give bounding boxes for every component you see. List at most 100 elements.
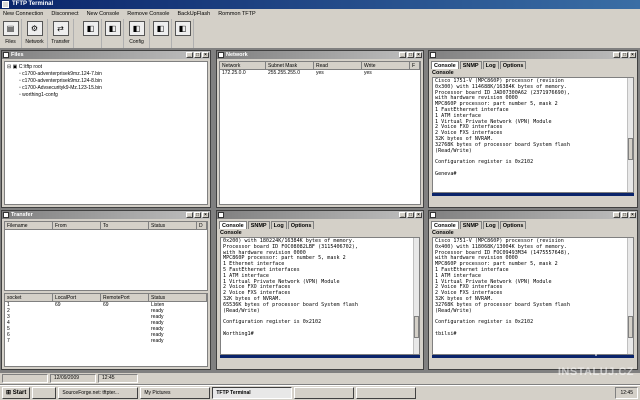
console-panel-worthing: _ □ × Console SNMP Log Options Console 0x2…: [216, 210, 424, 370]
router-button-4[interactable]: ◧: [172, 19, 194, 48]
maximize-icon[interactable]: □: [621, 212, 628, 218]
column-header[interactable]: Status: [149, 222, 197, 229]
tab-options[interactable]: Options: [499, 221, 527, 229]
tab-snmp[interactable]: SNMP: [459, 221, 482, 229]
tree-item[interactable]: ▫ worthing1-confg: [7, 92, 205, 99]
quicklaunch[interactable]: [32, 387, 57, 399]
tab-console[interactable]: Console: [219, 221, 247, 229]
console-text: Cisco 1751-V (MPC860P) processor (revisi…: [435, 78, 570, 177]
table-cell: yes: [316, 70, 324, 76]
tree-root[interactable]: ⊟ ▣ C:\tftp root: [7, 64, 205, 71]
maximize-icon[interactable]: □: [194, 212, 201, 218]
column-header[interactable]: Filename: [5, 222, 53, 229]
minimize-icon[interactable]: _: [613, 52, 620, 58]
console-input-bar[interactable]: [432, 193, 634, 196]
column-header[interactable]: Write: [362, 62, 410, 69]
start-button[interactable]: ⊞ Start: [2, 387, 31, 399]
console-panel-geneva: _ □ × Console SNMP Log Options Console Cis…: [428, 50, 638, 208]
status-time: 12:45: [98, 374, 138, 383]
tab-log[interactable]: Log: [270, 221, 287, 229]
clock[interactable]: 12:45: [620, 390, 633, 396]
column-header[interactable]: Subnet Mask: [266, 62, 314, 69]
console-output[interactable]: Cisco 1751-V (MPC860P) processor (revisi…: [432, 77, 634, 193]
minimize-icon[interactable]: _: [399, 52, 406, 58]
task-my-pictures[interactable]: My Pictures: [140, 387, 211, 399]
close-icon[interactable]: ×: [629, 52, 636, 58]
menu-new-console[interactable]: New Console: [87, 11, 120, 17]
tab-options[interactable]: Options: [499, 61, 527, 69]
tab-console[interactable]: Console: [431, 61, 459, 69]
close-icon[interactable]: ×: [415, 52, 422, 58]
task-sourceforge[interactable]: SourceForge.net: tftpter...: [58, 387, 139, 399]
tab-log[interactable]: Log: [482, 61, 499, 69]
tree-item[interactable]: ▫ c1700-adventerprisek9mz.124-7.bin: [7, 71, 205, 78]
table-row[interactable]: 172.25.0.0 255.255.255.0 yes yes: [220, 70, 420, 76]
maximize-icon[interactable]: □: [407, 52, 414, 58]
console-label: Console: [432, 70, 454, 76]
network-button[interactable]: ⚙ Network: [22, 19, 48, 48]
column-header[interactable]: From: [53, 222, 101, 229]
socket-table: socket LocalPort RemotePort Status 1 69 69…: [4, 293, 208, 367]
close-icon[interactable]: ×: [202, 212, 209, 218]
menu-disconnect[interactable]: Disconnect: [51, 11, 78, 17]
router-button-2[interactable]: ◧: [102, 19, 124, 48]
tab-log[interactable]: Log: [482, 221, 499, 229]
task-button[interactable]: [356, 387, 417, 399]
transfer-button[interactable]: ⇄ Transfer: [48, 19, 74, 48]
console-output[interactable]: 0x200) with 180224K/16384K bytes of memo…: [220, 237, 420, 355]
maximize-icon[interactable]: □: [194, 52, 201, 58]
tab-options[interactable]: Options: [287, 221, 315, 229]
config-button[interactable]: ◧ Config: [124, 19, 150, 48]
tab-snmp[interactable]: SNMP: [247, 221, 270, 229]
minimize-icon[interactable]: _: [186, 212, 193, 218]
menu-remove-console[interactable]: Remove Console: [127, 11, 169, 17]
minimize-icon[interactable]: _: [613, 212, 620, 218]
maximize-icon[interactable]: □: [621, 52, 628, 58]
close-icon[interactable]: ×: [629, 212, 636, 218]
column-header[interactable]: socket: [5, 294, 53, 301]
task-tftp-terminal[interactable]: TFTP Terminal: [212, 387, 293, 399]
network-table: Network Subnet Mask Read Write F 172.25.…: [219, 61, 421, 205]
console-panel-header: _ □ ×: [429, 211, 637, 219]
tab-snmp[interactable]: SNMP: [459, 61, 482, 69]
task-button[interactable]: [294, 387, 355, 399]
scrollbar[interactable]: [627, 78, 633, 192]
column-header[interactable]: D: [197, 222, 207, 229]
minimize-icon[interactable]: _: [186, 52, 193, 58]
maximize-icon[interactable]: □: [407, 212, 414, 218]
files-button[interactable]: ▤ Files: [0, 19, 22, 48]
column-header[interactable]: F: [410, 62, 420, 69]
console-label: Console: [220, 230, 242, 236]
panel-icon: [3, 212, 9, 218]
console-text: 0x200) with 180224K/16384K bytes of memo…: [223, 238, 358, 337]
scrollbar[interactable]: [413, 238, 419, 354]
tree-item[interactable]: ▫ c1700-Advsecurityk9-Mz.123-15.bin: [7, 85, 205, 92]
menu-rommon-tftp[interactable]: Rommon TFTP: [218, 11, 256, 17]
close-icon[interactable]: ×: [202, 52, 209, 58]
close-icon[interactable]: ×: [415, 212, 422, 218]
panel-icon: [3, 52, 9, 58]
column-header[interactable]: Network: [220, 62, 266, 69]
minimize-icon[interactable]: _: [399, 212, 406, 218]
console-tabs: Console SNMP Log Options: [429, 59, 637, 69]
column-header[interactable]: RemotePort: [101, 294, 149, 301]
console-label: Console: [432, 230, 454, 236]
tab-console[interactable]: Console: [431, 221, 459, 229]
table-cell: 7: [7, 338, 10, 344]
panel-icon: [430, 52, 436, 58]
menu-new-connection[interactable]: New Connection: [3, 11, 43, 17]
column-header[interactable]: Status: [149, 294, 207, 301]
router-button-1[interactable]: ◧: [80, 19, 102, 48]
column-header[interactable]: To: [101, 222, 149, 229]
tree-item-label: c1700-Advsecurityk9-Mz.123-15.bin: [22, 85, 102, 91]
table-row[interactable]: 7 ready: [5, 338, 207, 344]
router-button-3[interactable]: ◧: [150, 19, 172, 48]
transfer-panel-header: Transfer _ □ ×: [2, 211, 210, 219]
console-input-bar[interactable]: [220, 355, 420, 358]
config-button-label: Config: [129, 39, 144, 45]
taskbar: ⊞ Start SourceForge.net: tftpter... My P…: [0, 385, 640, 400]
column-header[interactable]: LocalPort: [53, 294, 101, 301]
tree-item[interactable]: ▫ c1700-adventerprisek9mz.124-8.bin: [7, 78, 205, 85]
menu-backup-flash[interactable]: BackUpFlash: [177, 11, 210, 17]
column-header[interactable]: Read: [314, 62, 362, 69]
